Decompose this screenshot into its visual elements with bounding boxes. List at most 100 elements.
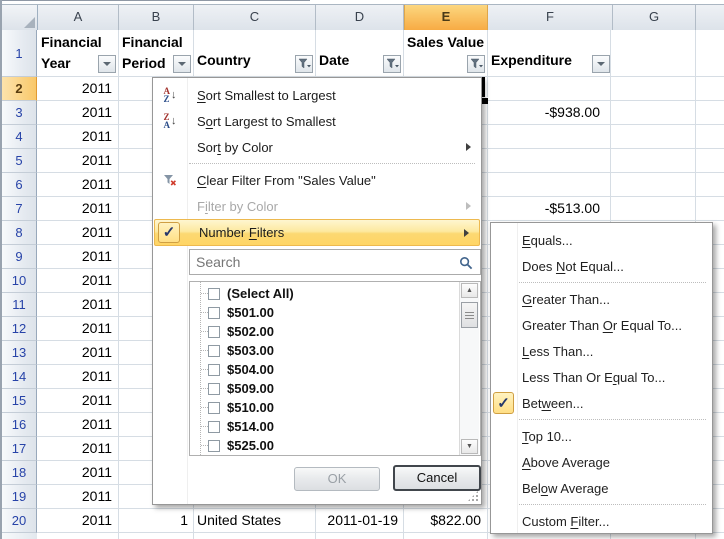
cell-F3[interactable]: -$938.00 xyxy=(487,101,612,124)
row-header-13[interactable]: 13 xyxy=(2,341,37,365)
cell-A17[interactable]: 2011 xyxy=(37,437,118,460)
row-header-12[interactable]: 12 xyxy=(2,317,37,341)
menu-item-sort-largest-to-smallest[interactable]: ZA↓ Sort Largest to Smallest xyxy=(153,108,481,134)
menu-item-filter-by-color[interactable]: Filter by Color xyxy=(153,193,481,219)
row-header-18[interactable]: 18 xyxy=(2,461,37,485)
row-header-20[interactable]: 20 xyxy=(2,509,37,533)
row-header-2[interactable]: 2 xyxy=(2,77,37,101)
row-header-15[interactable]: 15 xyxy=(2,389,37,413)
select-all-corner[interactable] xyxy=(2,5,38,30)
submenu-item-greater-than-or-equal[interactable]: Greater Than Or Equal To... xyxy=(491,312,712,338)
search-input[interactable] xyxy=(190,250,480,274)
header-cell-expenditure[interactable]: Expenditure xyxy=(487,30,612,76)
column-header-d[interactable]: D xyxy=(316,5,404,30)
cell-D20[interactable]: 2011-01-19 xyxy=(315,509,403,532)
scroll-down-button[interactable]: ▼ xyxy=(461,439,478,454)
cell-A19[interactable]: 2011 xyxy=(37,485,118,508)
submenu-item-less-than-or-equal[interactable]: Less Than Or Equal To... xyxy=(491,364,712,390)
row-header-7[interactable]: 7 xyxy=(2,197,37,221)
row-header-6[interactable]: 6 xyxy=(2,173,37,197)
filter-active-button-date[interactable] xyxy=(383,55,401,73)
checkbox[interactable] xyxy=(208,402,220,414)
scrollbar-thumb[interactable] xyxy=(461,302,478,328)
submenu-item-top-10[interactable]: Top 10... xyxy=(491,423,712,449)
submenu-item-less-than[interactable]: Less Than... xyxy=(491,338,712,364)
column-header-c[interactable]: C xyxy=(194,5,316,30)
submenu-item-greater-than[interactable]: Greater Than... xyxy=(491,286,712,312)
filter-dropdown-button-expenditure[interactable] xyxy=(592,55,610,73)
cell-A9[interactable]: 2011 xyxy=(37,245,118,268)
cell-A8[interactable]: 2011 xyxy=(37,221,118,244)
row-header-3[interactable]: 3 xyxy=(2,101,37,125)
checkbox[interactable] xyxy=(208,421,220,433)
header-cell-date[interactable]: Date xyxy=(315,30,403,76)
cell-C20[interactable]: United States xyxy=(193,509,315,532)
filter-value-option[interactable]: $502.00 xyxy=(190,322,480,341)
search-icon[interactable] xyxy=(459,256,473,273)
resize-grip[interactable] xyxy=(467,490,479,502)
cell-A2[interactable]: 2011 xyxy=(37,77,118,100)
submenu-item-equals[interactable]: Equals... xyxy=(491,227,712,253)
filter-dropdown-button-financial-year[interactable] xyxy=(98,55,116,73)
checkbox[interactable] xyxy=(208,307,220,319)
row-header-1[interactable]: 1 xyxy=(2,30,37,77)
filter-value-option[interactable]: $509.00 xyxy=(190,379,480,398)
cell-A12[interactable]: 2011 xyxy=(37,317,118,340)
filter-value-option[interactable]: $510.00 xyxy=(190,398,480,417)
cell-A13[interactable]: 2011 xyxy=(37,341,118,364)
row-header-19[interactable]: 19 xyxy=(2,485,37,509)
checkbox[interactable] xyxy=(208,288,220,300)
submenu-item-above-average[interactable]: Above Average xyxy=(491,449,712,475)
filter-value-option[interactable]: (Select All) xyxy=(190,284,480,303)
list-scrollbar[interactable]: ▲ ▼ xyxy=(459,282,479,455)
header-cell-financial-period[interactable]: Financial Period xyxy=(118,30,193,76)
cell-A11[interactable]: 2011 xyxy=(37,293,118,316)
cell-A3[interactable]: 2011 xyxy=(37,101,118,124)
submenu-item-custom-filter[interactable]: Custom Filter... xyxy=(491,508,712,534)
row-header-16[interactable]: 16 xyxy=(2,413,37,437)
filter-value-option[interactable]: $514.00 xyxy=(190,417,480,436)
cell-A6[interactable]: 2011 xyxy=(37,173,118,196)
checkbox[interactable] xyxy=(208,440,220,452)
menu-item-number-filters[interactable]: ✓ Number Filters xyxy=(154,219,480,246)
filter-value-option[interactable]: $525.00 xyxy=(190,436,480,455)
header-cell-sales-value[interactable]: Sales Value xyxy=(403,30,487,76)
cell-A18[interactable]: 2011 xyxy=(37,461,118,484)
header-cell-financial-year[interactable]: Financial Year xyxy=(37,30,118,76)
filter-dropdown-button-financial-period[interactable] xyxy=(173,55,191,73)
header-cell-country[interactable]: Country xyxy=(193,30,315,76)
cell-A4[interactable]: 2011 xyxy=(37,125,118,148)
cell-A16[interactable]: 2011 xyxy=(37,413,118,436)
column-header-f[interactable]: F xyxy=(488,5,613,30)
row-header-10[interactable]: 10 xyxy=(2,269,37,293)
row-header-9[interactable]: 9 xyxy=(2,245,37,269)
checkbox[interactable] xyxy=(208,364,220,376)
column-header-g[interactable]: G xyxy=(613,5,696,30)
menu-item-clear-filter[interactable]: Clear Filter From "Sales Value" xyxy=(153,167,481,193)
row-header-17[interactable]: 17 xyxy=(2,437,37,461)
cell-A14[interactable]: 2011 xyxy=(37,365,118,388)
active-cell-fill-handle[interactable] xyxy=(481,97,488,104)
cell-F7[interactable]: -$513.00 xyxy=(487,197,612,220)
row-header-5[interactable]: 5 xyxy=(2,149,37,173)
cell-A15[interactable]: 2011 xyxy=(37,389,118,412)
filter-active-button-country[interactable] xyxy=(295,55,313,73)
scroll-up-button[interactable]: ▲ xyxy=(461,283,478,298)
filter-active-button-sales-value[interactable] xyxy=(467,55,485,73)
checkbox[interactable] xyxy=(208,383,220,395)
row-header-8[interactable]: 8 xyxy=(2,221,37,245)
checkbox[interactable] xyxy=(208,326,220,338)
cell-A10[interactable]: 2011 xyxy=(37,269,118,292)
cell-A5[interactable]: 2011 xyxy=(37,149,118,172)
row-header-11[interactable]: 11 xyxy=(2,293,37,317)
cancel-button[interactable]: Cancel xyxy=(393,465,481,491)
column-header-b[interactable]: B xyxy=(119,5,194,30)
row-header-14[interactable]: 14 xyxy=(2,365,37,389)
filter-value-option[interactable]: $504.00 xyxy=(190,360,480,379)
cell-E20[interactable]: $822.00 xyxy=(403,509,487,532)
column-header-a[interactable]: A xyxy=(38,5,119,30)
cell-A20[interactable]: 2011 xyxy=(37,509,118,532)
checkbox[interactable] xyxy=(208,345,220,357)
cell-B20[interactable]: 1 xyxy=(118,509,193,532)
cell-A7[interactable]: 2011 xyxy=(37,197,118,220)
